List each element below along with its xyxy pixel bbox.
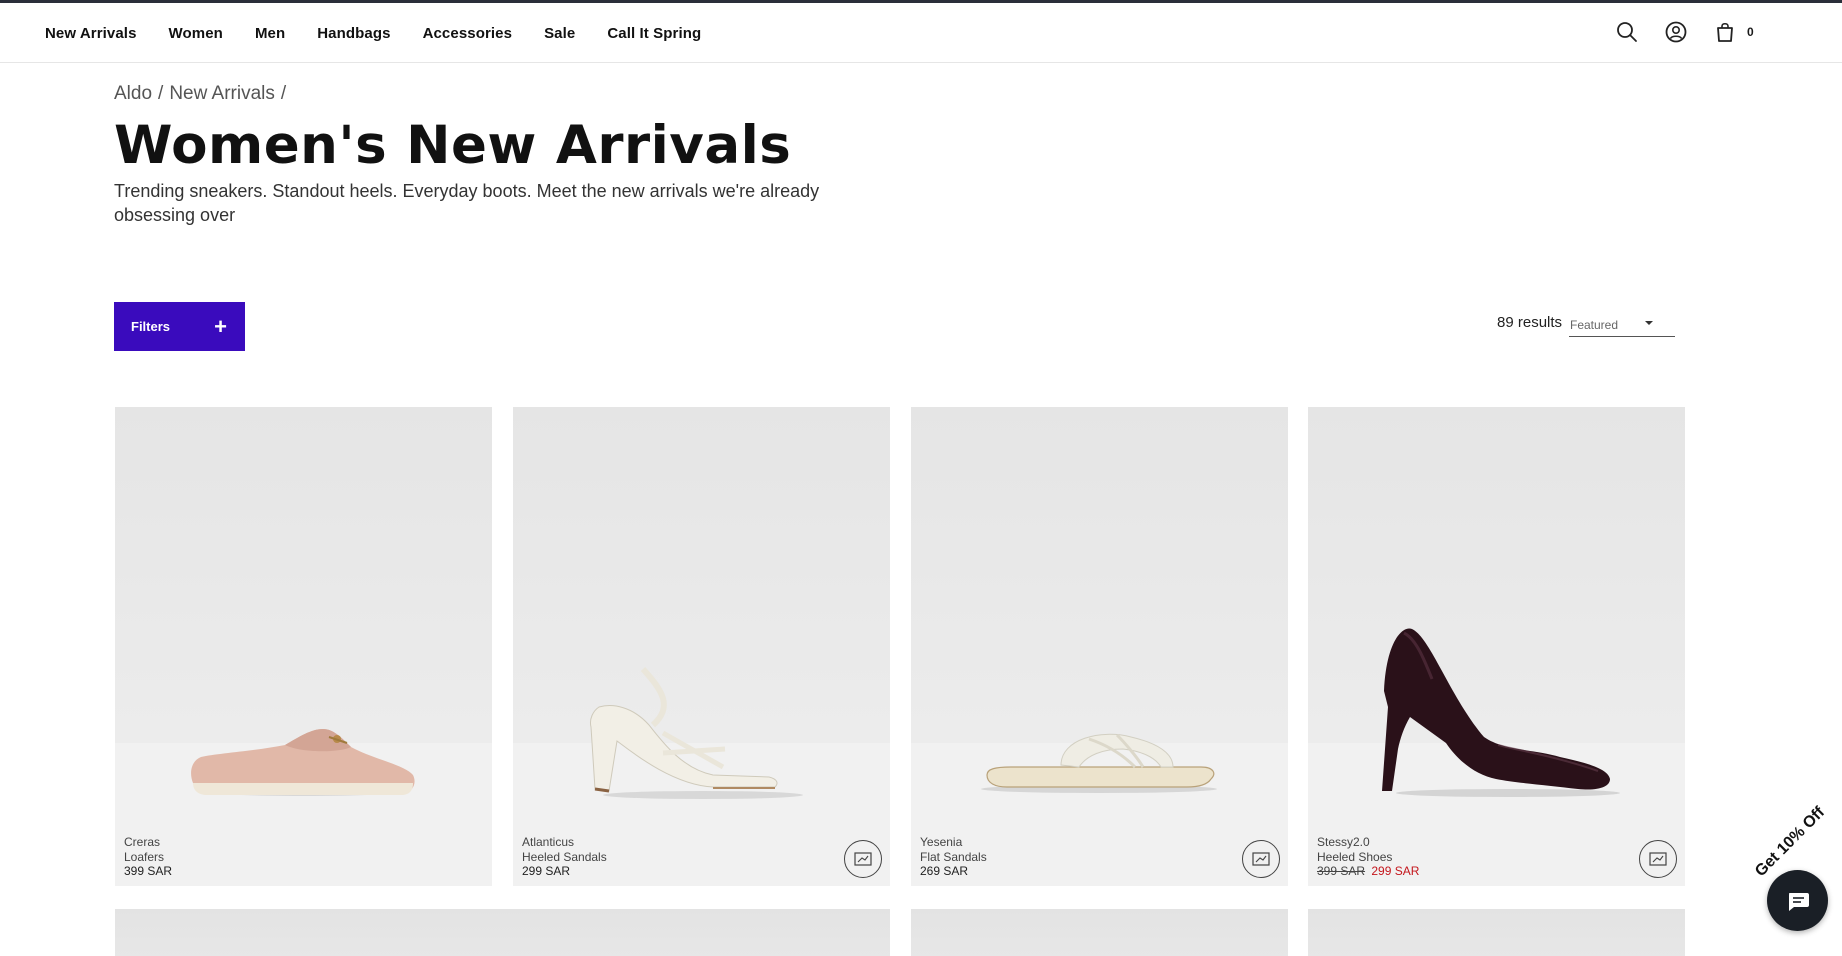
product-name: Yesenia xyxy=(920,835,963,849)
search-icon xyxy=(1617,22,1637,42)
product-sale-price: 299 SAR xyxy=(1371,864,1420,878)
product-info: Stessy2.0 Heeled Shoes 399 SAR 299 SAR xyxy=(1317,835,1419,879)
nav-item-handbags[interactable]: Handbags xyxy=(317,25,390,42)
product-image xyxy=(981,733,1217,793)
product-info: Yesenia Flat Sandals 269 SAR xyxy=(920,835,987,879)
site-header: New Arrivals Women Men Handbags Accessor… xyxy=(0,3,1842,63)
nav-item-women[interactable]: Women xyxy=(169,25,223,42)
product-info: Creras Loafers 399 SAR xyxy=(124,835,172,879)
nav-item-call-it-spring[interactable]: Call It Spring xyxy=(607,25,701,42)
product-category: Loafers xyxy=(124,849,165,864)
breadcrumb-item-new-arrivals[interactable]: New Arrivals xyxy=(169,83,275,105)
breadcrumb-item-aldo[interactable]: Aldo xyxy=(114,83,152,105)
cart-button[interactable] xyxy=(1712,19,1738,45)
product-price: 299 SAR xyxy=(522,864,571,878)
nav-item-sale[interactable]: Sale xyxy=(544,25,575,42)
eco-badge-icon xyxy=(1649,852,1667,866)
results-count: 89 results xyxy=(1497,314,1563,331)
product-info: Atlanticus Heeled Sandals 299 SAR xyxy=(522,835,607,879)
product-card[interactable]: Creras Loafers 399 SAR xyxy=(115,407,492,886)
nav-item-accessories[interactable]: Accessories xyxy=(423,25,513,42)
sustainability-badge xyxy=(1242,840,1280,878)
sustainability-badge xyxy=(1639,840,1677,878)
chat-icon xyxy=(1788,892,1809,911)
breadcrumb: Aldo / New Arrivals / xyxy=(114,83,286,105)
product-name: Creras xyxy=(124,835,161,849)
cart-count: 0 xyxy=(1747,25,1754,39)
chevron-down-icon xyxy=(1645,321,1653,325)
search-button[interactable] xyxy=(1614,19,1640,45)
product-name: Stessy2.0 xyxy=(1317,835,1370,849)
eco-badge-icon xyxy=(1252,852,1270,866)
breadcrumb-separator: / xyxy=(280,83,287,104)
nav-item-new-arrivals[interactable]: New Arrivals xyxy=(45,25,137,42)
sort-selected-value: Featured xyxy=(1570,317,1619,332)
filters-label: Filters xyxy=(131,319,171,334)
product-card-partial[interactable] xyxy=(115,909,890,956)
product-price: 399 SAR xyxy=(124,864,173,878)
product-card-partial[interactable] xyxy=(911,909,1288,956)
product-image xyxy=(590,666,803,799)
product-card[interactable]: Atlanticus Heeled Sandals 299 SAR xyxy=(513,407,890,886)
main-nav: New Arrivals Women Men Handbags Accessor… xyxy=(45,3,701,63)
account-button[interactable] xyxy=(1663,19,1689,45)
account-icon xyxy=(1665,21,1687,43)
product-card[interactable]: Stessy2.0 Heeled Shoes 399 SAR 299 SAR xyxy=(1308,407,1685,886)
product-price: 269 SAR xyxy=(920,864,969,878)
product-price-group: 399 SAR 299 SAR xyxy=(1317,864,1419,879)
nav-item-men[interactable]: Men xyxy=(255,25,285,42)
sustainability-badge xyxy=(844,840,882,878)
chat-button[interactable] xyxy=(1767,870,1828,931)
product-image xyxy=(1382,628,1620,797)
sort-select[interactable]: Featured xyxy=(1569,313,1675,337)
page-title: Women's New Arrivals xyxy=(114,115,792,176)
filters-button[interactable]: Filters + xyxy=(114,302,245,351)
page-description: Trending sneakers. Standout heels. Every… xyxy=(114,181,820,225)
product-image xyxy=(191,729,415,796)
product-category: Flat Sandals xyxy=(920,849,987,864)
eco-badge-icon xyxy=(854,852,872,866)
product-category: Heeled Shoes xyxy=(1317,849,1393,864)
product-name: Atlanticus xyxy=(522,835,575,849)
product-card[interactable]: Yesenia Flat Sandals 269 SAR xyxy=(911,407,1288,886)
product-original-price: 399 SAR xyxy=(1317,864,1366,878)
product-category: Heeled Sandals xyxy=(522,849,607,864)
cart-icon xyxy=(1717,22,1733,42)
plus-icon: + xyxy=(214,313,227,339)
product-card-partial[interactable] xyxy=(1308,909,1685,956)
breadcrumb-separator: / xyxy=(158,83,164,104)
